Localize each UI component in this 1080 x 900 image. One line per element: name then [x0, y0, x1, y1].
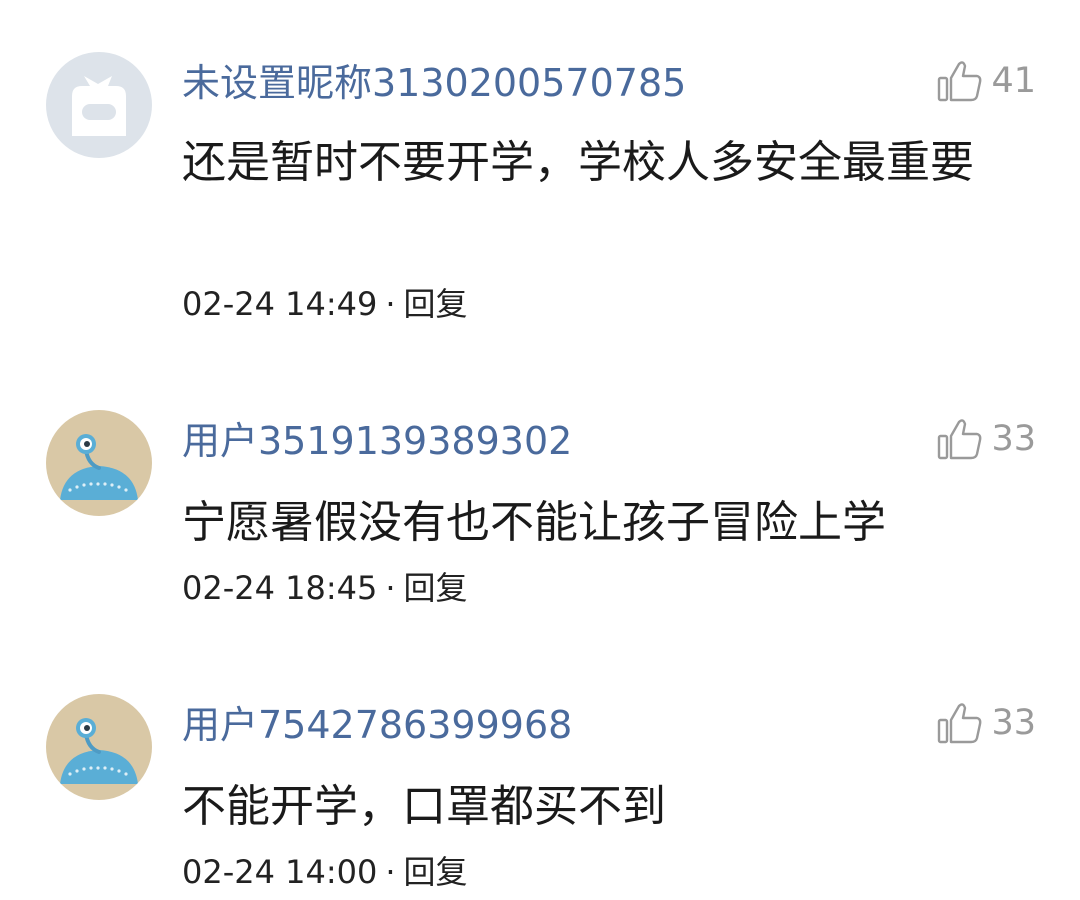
comment-text: 不能开学，口罩都买不到 — [182, 781, 666, 832]
thumbs-up-icon — [938, 703, 982, 744]
like-count: 33 — [991, 703, 1036, 743]
username-link[interactable]: 用户7542786399968 — [182, 700, 572, 750]
reply-button[interactable]: 回复 — [404, 853, 468, 891]
comment-meta: 02-24 14:00 · 回复 — [182, 852, 468, 892]
comment-item: 用户7542786399968 33 不能开学，口罩都买不到 02-24 14:… — [0, 0, 1080, 900]
like-button[interactable]: 33 — [935, 698, 1036, 748]
comment-time: 02-24 14:00 — [182, 853, 378, 891]
meta-separator: · — [385, 853, 396, 891]
avatar[interactable] — [46, 694, 152, 800]
alien-ufo-avatar-icon — [46, 694, 152, 800]
